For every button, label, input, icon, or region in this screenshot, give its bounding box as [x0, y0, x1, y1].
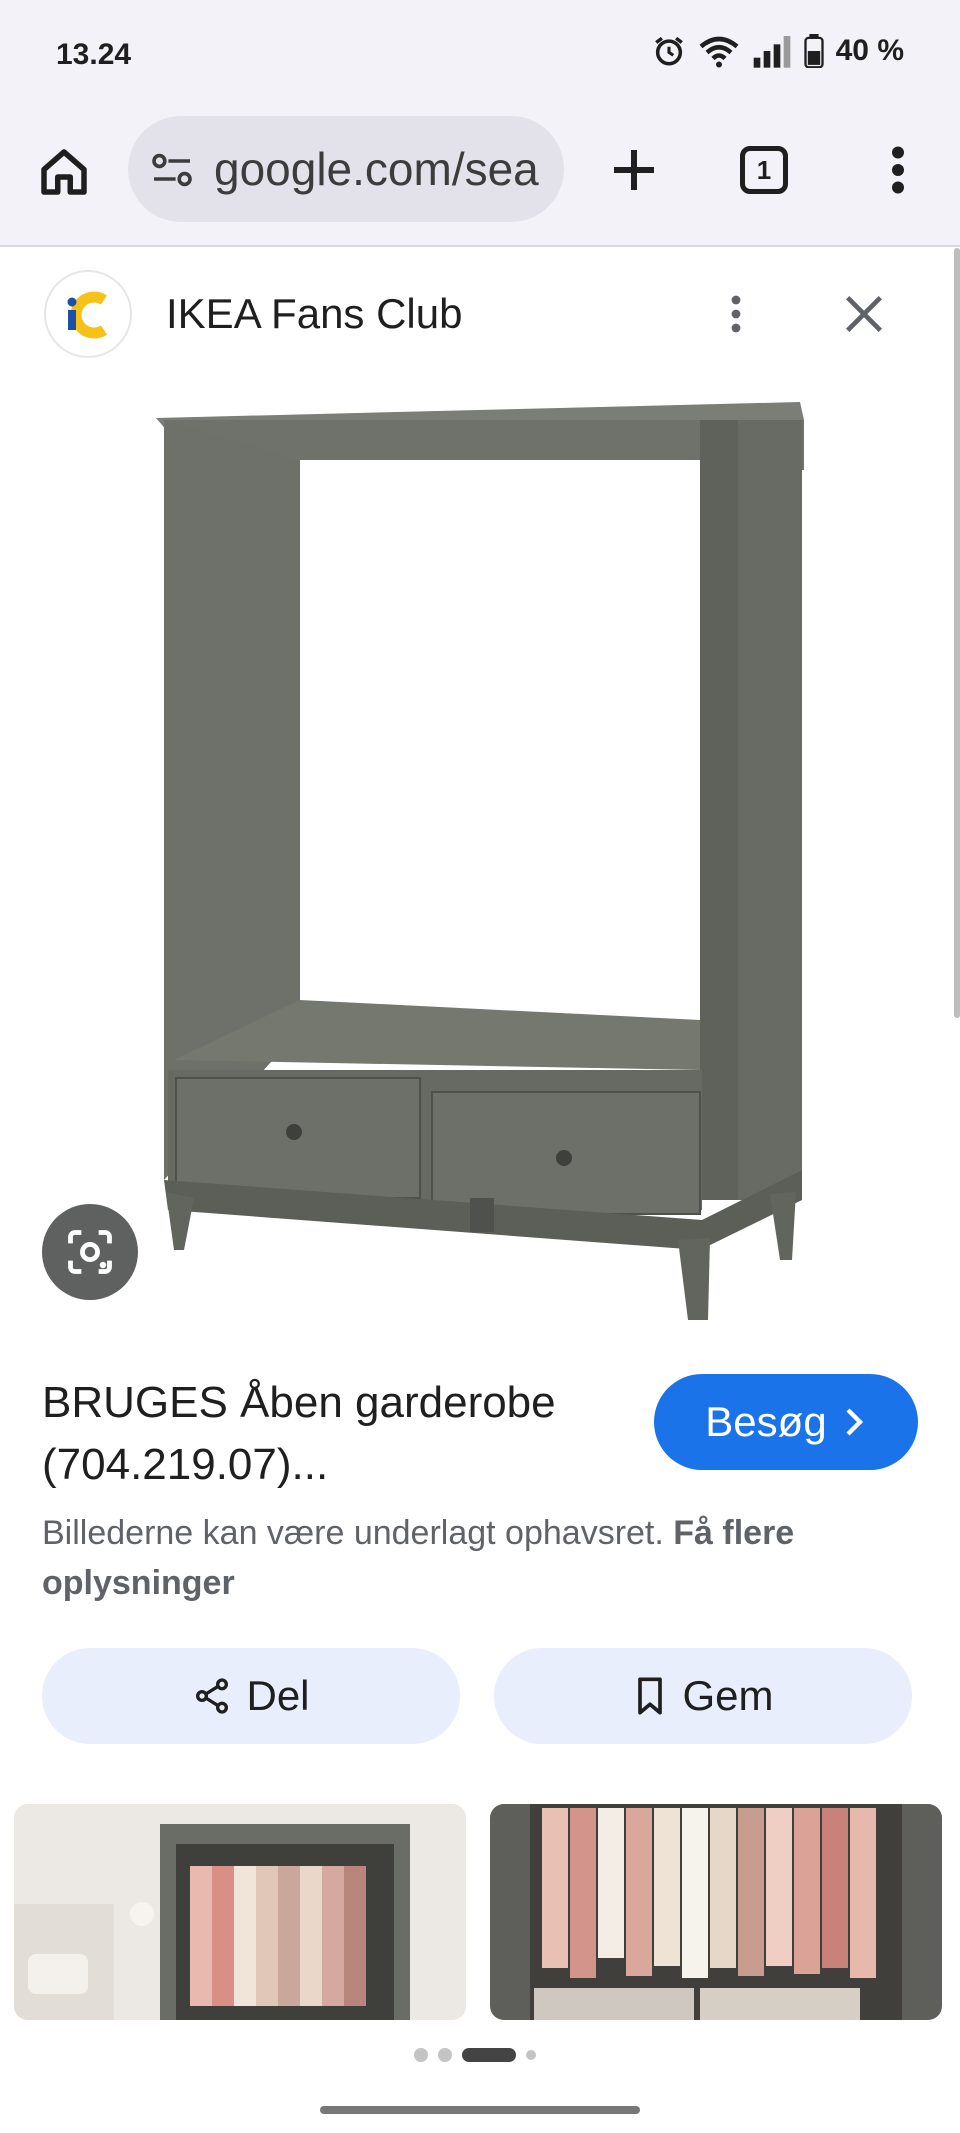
share-button[interactable]: Del [42, 1648, 460, 1744]
source-header: IKEA Fans Club [0, 248, 954, 378]
ikea-fans-club-logo [67, 291, 108, 339]
status-bar: 13.24 40 % [0, 0, 960, 110]
more-vert-icon [892, 146, 904, 194]
related-image[interactable] [14, 1804, 466, 2020]
bookmark-icon [638, 1677, 663, 1715]
wifi-icon [699, 36, 739, 68]
copyright-notice: Billederne kan være underlagt ophavsret.… [42, 1508, 902, 1608]
carousel-dot[interactable] [438, 2048, 452, 2062]
status-time: 13.24 [56, 38, 132, 71]
carousel-dot[interactable] [414, 2048, 428, 2062]
close-icon [846, 296, 882, 332]
alarm-icon [654, 36, 683, 66]
close-button[interactable] [836, 286, 892, 342]
carousel-indicator [414, 2048, 536, 2062]
bottom-area [0, 2020, 960, 2133]
site-settings-icon[interactable] [150, 152, 194, 188]
home-button[interactable] [34, 142, 94, 202]
status-icons: 40 % [652, 34, 904, 68]
visit-button[interactable]: Besøg [654, 1374, 918, 1470]
tab-switcher-button[interactable]: 1 [740, 146, 788, 194]
site-name[interactable]: IKEA Fans Club [166, 290, 462, 338]
url-text: google.com/sea [214, 143, 539, 195]
product-image[interactable] [140, 380, 820, 1320]
chevron-right-icon [846, 1408, 863, 1436]
address-bar[interactable]: google.com/sea [128, 116, 564, 222]
google-lens-button[interactable] [42, 1204, 138, 1300]
browser-toolbar: google.com/sea 1 [0, 110, 960, 247]
plus-icon [614, 150, 654, 190]
save-button[interactable]: Gem [494, 1648, 912, 1744]
save-label: Gem [682, 1672, 774, 1719]
browser-menu-button[interactable] [878, 140, 918, 200]
gesture-home-indicator[interactable] [320, 2106, 640, 2114]
share-label: Del [246, 1672, 310, 1719]
battery-icon [803, 34, 824, 68]
carousel-dot-active[interactable] [462, 2048, 516, 2062]
home-icon [41, 149, 87, 195]
new-tab-button[interactable] [604, 140, 664, 200]
related-image[interactable] [490, 1804, 942, 2020]
hanging-clothes-thumbnail [490, 1804, 942, 2020]
lens-icon [68, 1230, 112, 1274]
carousel-dot[interactable] [526, 2050, 536, 2060]
share-icon [196, 1678, 229, 1714]
tab-count: 1 [756, 154, 772, 185]
product-title[interactable]: BRUGES Åben garderobe (704.219.07)... [42, 1372, 632, 1496]
source-menu-button[interactable] [716, 290, 756, 338]
copyright-text: Billederne kan være underlagt ophavsret. [42, 1514, 664, 1552]
wardrobe-room-thumbnail [14, 1804, 466, 2020]
site-logo [44, 270, 132, 358]
signal-icon [753, 36, 790, 68]
battery-percent: 40 % [835, 34, 904, 67]
visit-label: Besøg [705, 1398, 827, 1445]
more-vert-icon [731, 295, 741, 333]
scrollbar[interactable] [954, 248, 960, 1018]
wardrobe-illustration [156, 402, 804, 1320]
